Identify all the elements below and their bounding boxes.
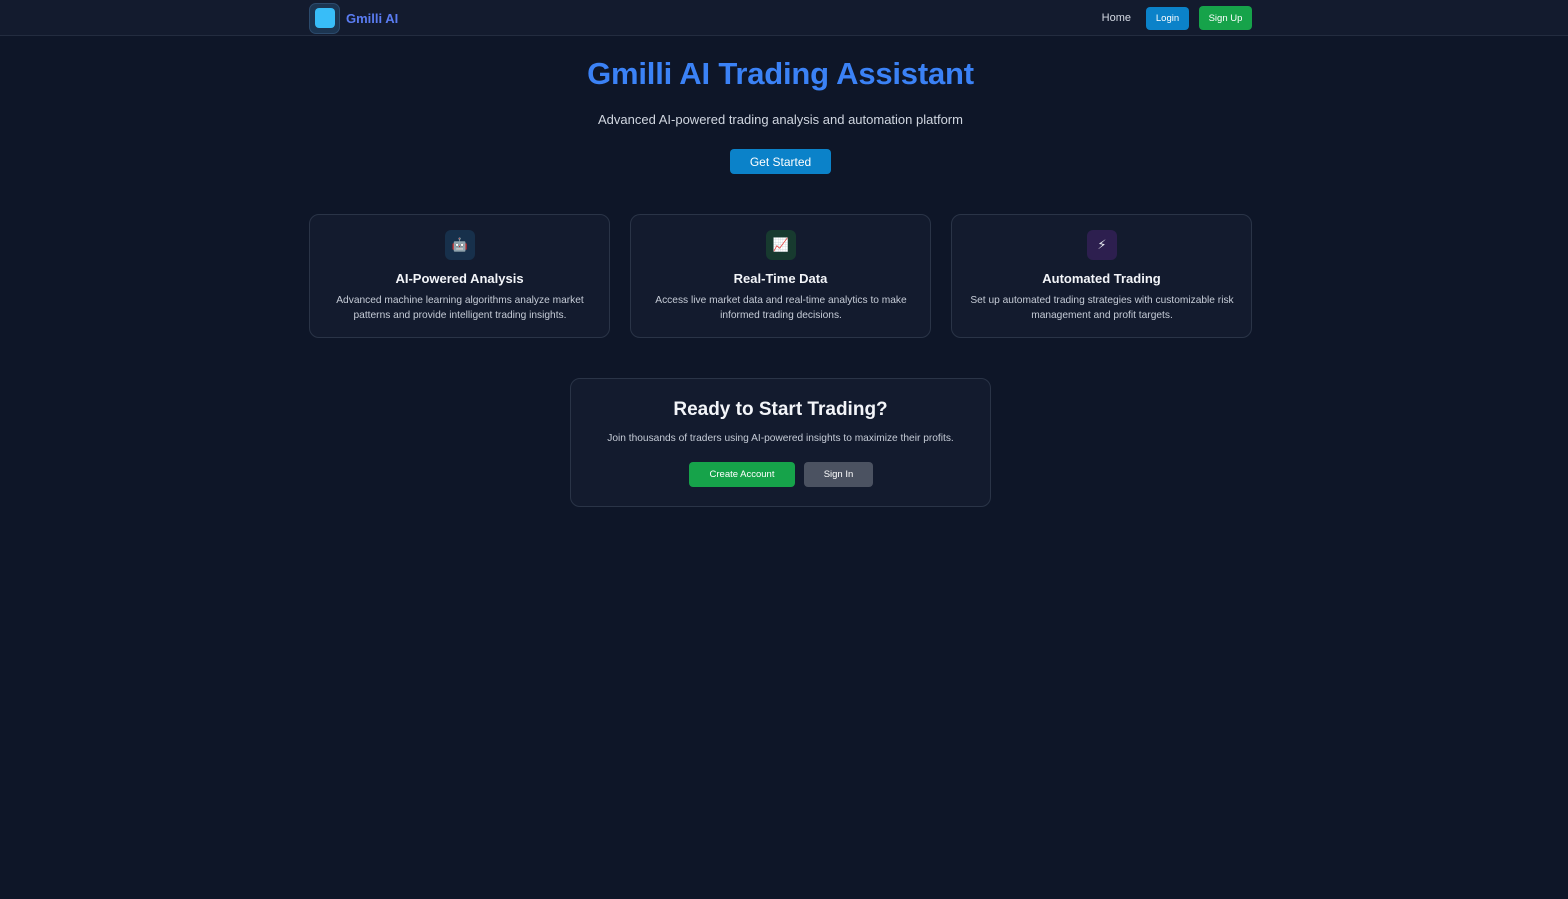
nav-actions: Home Login Sign Up [1102,6,1252,30]
robot-icon: 🤖 [445,230,475,260]
signup-button[interactable]: Sign Up [1199,6,1252,30]
sign-in-button[interactable]: Sign In [804,462,873,487]
feature-card-ai-analysis: 🤖 AI-Powered Analysis Advanced machine l… [309,214,610,338]
logo-mark [314,8,335,28]
feature-description: Set up automated trading strategies with… [970,295,1234,321]
hero-title: Gmilli AI Trading Assistant [587,56,974,91]
cta-section: Ready to Start Trading? Join thousands o… [570,378,991,507]
get-started-button[interactable]: Get Started [730,149,831,174]
feature-description: Access live market data and real-time an… [655,295,907,321]
chart-increasing-icon: 📈 [766,230,796,260]
lightning-icon: ⚡ [1087,230,1117,260]
feature-title: AI-Powered Analysis [395,271,524,286]
feature-title: Automated Trading [1042,271,1161,286]
brand[interactable]: Gmilli AI [309,2,399,34]
nav-home-link[interactable]: Home [1102,12,1131,24]
brand-name: Gmilli AI [346,10,399,26]
navbar-inner: Gmilli AI Home Login Sign Up [309,0,1252,36]
create-account-button[interactable]: Create Account [689,462,795,487]
feature-description: Advanced machine learning algorithms ana… [336,295,584,321]
login-button[interactable]: Login [1146,6,1189,30]
feature-card-automated-trading: ⚡ Automated Trading Set up automated tra… [951,214,1252,338]
cta-description: Join thousands of traders using AI-power… [607,433,954,444]
feature-title: Real-Time Data [733,271,828,286]
logo-icon [309,2,340,34]
hero-subtitle: Advanced AI-powered trading analysis and… [598,112,963,127]
cta-title: Ready to Start Trading? [673,399,888,420]
feature-card-real-time-data: 📈 Real-Time Data Access live market data… [630,214,931,338]
top-navbar: Gmilli AI Home Login Sign Up [0,0,1568,36]
